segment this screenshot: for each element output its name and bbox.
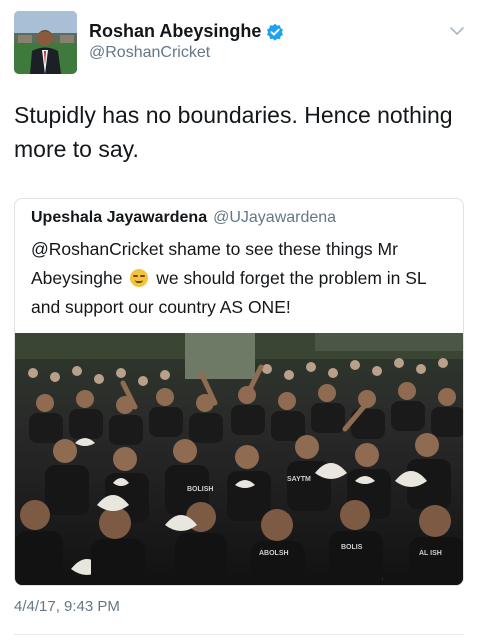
author-name-line: Roshan Abeysinghe bbox=[89, 21, 284, 42]
quoted-author-handle[interactable]: @UJayawardena bbox=[213, 209, 336, 226]
svg-text:BOLISH: BOLISH bbox=[187, 486, 213, 493]
quoted-tweet-header: Upeshala Jayawardena @UJayawardena bbox=[31, 209, 336, 227]
crowd-photo[interactable]: BOLISH SAYTM ABOLSH BOLIS AL ISH bbox=[15, 333, 463, 585]
svg-text:ABOLSH: ABOLSH bbox=[259, 550, 289, 557]
relieved-face-emoji-icon bbox=[130, 269, 149, 287]
verified-badge-icon bbox=[266, 23, 284, 41]
chevron-down-icon[interactable] bbox=[448, 24, 466, 38]
tweet-timestamp[interactable]: 4/4/17, 9:43 PM bbox=[14, 598, 120, 615]
svg-text:AL ISH: AL ISH bbox=[419, 550, 442, 557]
divider bbox=[14, 634, 464, 635]
quoted-tweet-text: @RoshanCricket shame to see these things… bbox=[31, 235, 456, 322]
quoted-tweet[interactable]: Upeshala Jayawardena @UJayawardena @Rosha… bbox=[14, 198, 464, 586]
author-handle[interactable]: @RoshanCricket bbox=[89, 44, 210, 62]
svg-text:SAYTM: SAYTM bbox=[287, 476, 311, 483]
avatar[interactable] bbox=[14, 11, 77, 74]
svg-text:BOLIS: BOLIS bbox=[341, 544, 363, 551]
quoted-author-name[interactable]: Upeshala Jayawardena bbox=[31, 209, 207, 226]
author-name[interactable]: Roshan Abeysinghe bbox=[89, 21, 261, 42]
tweet-text: Stupidly has no boundaries. Hence nothin… bbox=[14, 102, 453, 162]
tweet-header: Roshan Abeysinghe @RoshanCricket bbox=[0, 0, 478, 80]
